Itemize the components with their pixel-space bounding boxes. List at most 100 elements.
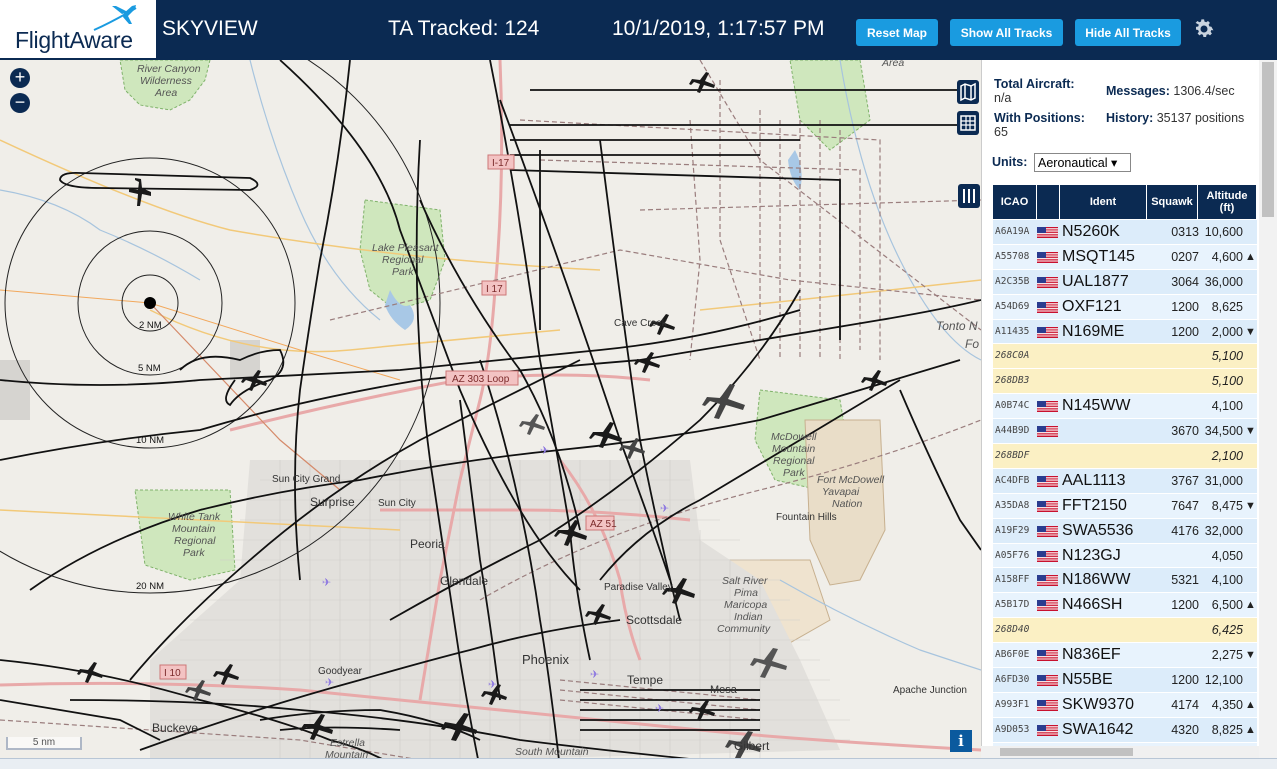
place-label: Tonto N <box>936 319 978 333</box>
place-label: Gilbert <box>734 739 770 753</box>
place-label: Tempe <box>627 673 663 687</box>
table-row[interactable]: A158FF N186WW 5321 4,100 <box>993 568 1257 594</box>
us-flag-icon <box>1037 650 1058 662</box>
altitude-trend-icon: ▲ <box>1245 723 1256 736</box>
place-label: Phoenix <box>522 652 569 667</box>
table-row[interactable]: AC4DFB AAL1113 3767 31,000 <box>993 468 1257 494</box>
map-grid-button[interactable] <box>957 111 979 135</box>
altitude-cell: 36,000 <box>1204 274 1243 289</box>
table-row[interactable]: 268BDF 2,100 <box>993 444 1257 469</box>
tracked-count: TA Tracked: 124 <box>388 17 540 40</box>
ident-cell: FFT2150 <box>1062 496 1127 514</box>
us-flag-icon <box>1037 500 1058 512</box>
units-select[interactable]: Aeronautical ▾ <box>1034 153 1131 172</box>
table-row[interactable]: A0B74C N145WW 4,100 <box>993 394 1257 420</box>
stat-messages: Messages: 1306.4/sec <box>1106 84 1256 98</box>
us-flag-icon <box>1037 525 1058 537</box>
column-header-ident[interactable]: Ident <box>1060 185 1147 219</box>
table-row[interactable]: A5B17D N466SH 1200 6,500 ▲ <box>993 593 1257 619</box>
icao-cell: A55708 <box>995 250 1030 262</box>
table-row[interactable]: 268DB3 5,100 <box>993 369 1257 395</box>
altitude-cell: 4,050 <box>1211 548 1243 563</box>
bottom-bar <box>0 758 1277 769</box>
us-flag-icon <box>1037 600 1058 612</box>
squawk-cell <box>1153 444 1199 468</box>
column-header-altitude[interactable]: Altitude (ft) <box>1198 185 1257 219</box>
table-row[interactable]: A05F76 N123GJ 4,050 <box>993 543 1257 569</box>
ident-cell: SWA1642 <box>1062 720 1134 738</box>
flightaware-logo[interactable]: FlightAware <box>0 0 156 60</box>
table-row[interactable]: A993F1 SKW9370 4174 4,350 ▲ <box>993 692 1257 718</box>
hide-all-tracks-button[interactable]: Hide All Tracks <box>1075 19 1181 46</box>
us-flag-icon <box>1037 550 1058 562</box>
toggle-columns-button[interactable] <box>958 184 980 208</box>
us-flag-icon <box>1037 575 1058 587</box>
table-row[interactable]: A44B9D 3670 34,500 ▼ <box>993 419 1257 445</box>
table-row[interactable]: A6FD30 N55BE 1200 12,100 <box>993 668 1257 693</box>
table-row[interactable]: A11435 N169ME 1200 2,000 ▼ <box>993 319 1257 345</box>
column-header-icao[interactable]: ICAO <box>993 185 1037 219</box>
stat-label: Messages: <box>1106 84 1170 98</box>
place-label: Regional <box>382 254 424 266</box>
table-row[interactable]: A2C35B UAL1877 3064 36,000 <box>993 269 1257 295</box>
table-row[interactable]: AB6F0E N836EF 2,275 ▼ <box>993 643 1257 669</box>
altitude-cell: 4,100 <box>1211 573 1243 588</box>
panel-scrollbar-thumb[interactable] <box>1262 62 1274 217</box>
place-label: Park <box>392 266 414 278</box>
us-flag-icon <box>1037 227 1058 238</box>
ident-cell: N836EF <box>1062 646 1121 664</box>
place-label: Goodyear <box>318 666 363 677</box>
table-row[interactable]: 268C0A 5,100 <box>993 344 1257 370</box>
info-button[interactable]: i <box>950 730 972 752</box>
icao-cell: A19F29 <box>995 524 1030 536</box>
zoom-in-button[interactable]: + <box>10 68 30 88</box>
grid-icon <box>960 115 976 131</box>
units-label: Units: <box>992 155 1028 169</box>
ident-cell: N186WW <box>1062 571 1131 589</box>
table-row[interactable]: A54D69 OXF121 1200 8,625 <box>993 294 1257 320</box>
altitude-trend-icon: ▲ <box>1245 698 1256 711</box>
place-label: Fountain Hills <box>776 512 837 523</box>
range-ring-label: 2 NM <box>139 320 162 331</box>
icao-cell: A993F1 <box>995 698 1030 710</box>
table-row[interactable]: 268D40 6,425 <box>993 618 1257 644</box>
column-header-flag[interactable] <box>1037 185 1060 219</box>
table-row[interactable]: A19F29 SWA5536 4176 32,000 <box>993 518 1257 544</box>
stat-label: History: <box>1106 111 1154 125</box>
stat-total-aircraft: Total Aircraft: n/a <box>994 77 1102 105</box>
place-label: Peoria <box>410 537 445 551</box>
stat-value: n/a <box>994 91 1012 105</box>
stat-with-positions: With Positions: 65 <box>994 111 1102 139</box>
table-row[interactable]: A55708 MSQT145 0207 4,600 ▲ <box>993 244 1257 270</box>
show-all-tracks-button[interactable]: Show All Tracks <box>950 19 1063 46</box>
top-bar: FlightAware SKYVIEW TA Tracked: 124 10/1… <box>0 0 1277 60</box>
altitude-cell: 5,100 <box>1211 349 1243 364</box>
place-label: Nation <box>832 498 863 510</box>
stat-label: Total Aircraft: <box>994 77 1075 91</box>
place-label: Regional <box>174 535 216 547</box>
place-label: Area <box>154 87 177 99</box>
ident-cell: N123GJ <box>1062 546 1121 564</box>
icao-cell: A05F76 <box>995 549 1030 561</box>
gear-icon[interactable] <box>1192 17 1216 41</box>
ident-cell: AAL1113 <box>1062 471 1126 489</box>
squawk-cell: 3064 <box>1171 274 1199 289</box>
map-view[interactable]: ✈ ✈ ✈ ✈ ✈ ✈ ✈ 2 NM 5 NM 10 NM 20 NM Rive… <box>0 60 981 769</box>
map-canvas[interactable]: ✈ ✈ ✈ ✈ ✈ ✈ ✈ 2 NM 5 NM 10 NM 20 NM Rive… <box>0 60 981 769</box>
ident-cell: N169ME <box>1062 322 1125 340</box>
us-flag-icon <box>1037 401 1058 413</box>
aircraft-table-body: A6A19A N5260K 0313 10,600 A55708 MSQT145 0207 4… <box>993 220 1257 768</box>
table-row[interactable]: A9D053 SWA1642 4320 8,825 ▲ <box>993 717 1257 743</box>
column-header-squawk[interactable]: Squawk <box>1147 185 1198 219</box>
panel-horizontal-scrollbar-thumb[interactable] <box>1000 748 1133 756</box>
table-row[interactable]: A6A19A N5260K 0313 10,600 <box>993 220 1257 245</box>
altitude-trend-icon: ▲ <box>1245 599 1256 612</box>
altitude-cell: 4,100 <box>1211 399 1243 414</box>
map-layers-button[interactable] <box>957 80 979 104</box>
place-label: Park <box>783 467 805 479</box>
table-row[interactable]: A35DA8 FFT2150 7647 8,475 ▼ <box>993 493 1257 519</box>
altitude-trend-icon: ▼ <box>1245 325 1256 338</box>
place-label: McDowell <box>771 431 817 443</box>
reset-map-button[interactable]: Reset Map <box>856 19 938 46</box>
zoom-out-button[interactable]: − <box>10 93 30 113</box>
